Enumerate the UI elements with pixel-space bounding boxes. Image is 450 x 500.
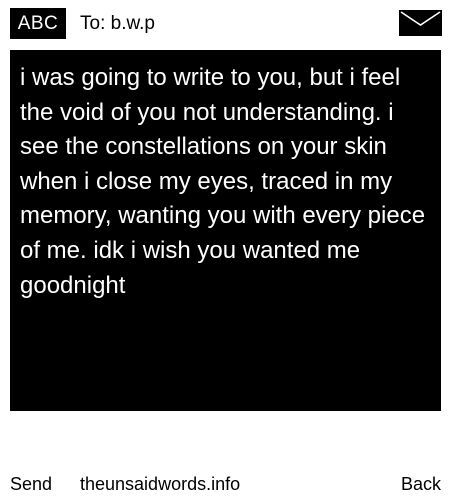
message-body[interactable]: i was going to write to you, but i feel …: [10, 50, 441, 411]
send-button[interactable]: Send: [10, 470, 52, 498]
envelope-icon: [399, 10, 442, 36]
site-label: theunsaidwords.info: [80, 474, 241, 494]
softkey-bar: Send theunsaidwords.info Back: [0, 470, 450, 498]
input-mode-badge[interactable]: ABC: [10, 8, 66, 39]
recipient-label: To: b.w.p: [80, 13, 155, 34]
message-text: i was going to write to you, but i feel …: [20, 64, 426, 299]
message-header: ABC To: b.w.p: [0, 0, 450, 46]
back-button[interactable]: Back: [401, 470, 441, 498]
